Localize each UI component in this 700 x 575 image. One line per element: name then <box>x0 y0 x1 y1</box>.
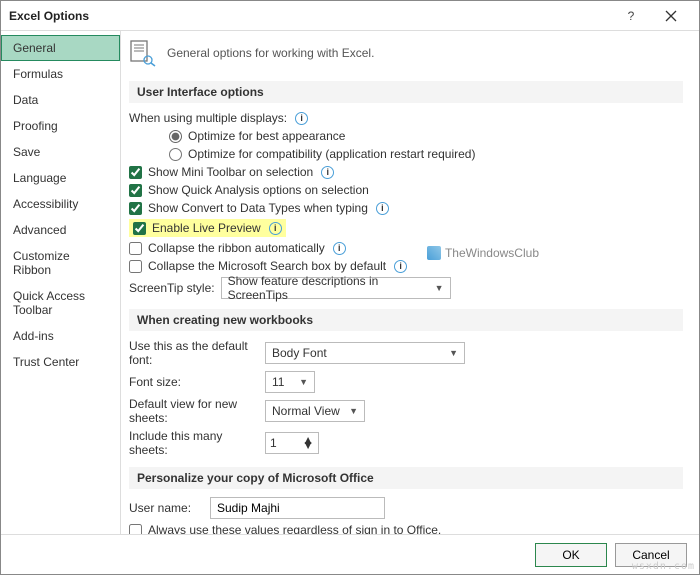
sheets-label: Include this many sheets: <box>129 429 259 457</box>
sidebar-item-accessibility[interactable]: Accessibility <box>1 191 120 217</box>
check-always-use[interactable] <box>129 524 142 535</box>
general-icon <box>129 39 157 67</box>
sidebar-item-save[interactable]: Save <box>1 139 120 165</box>
default-font-select[interactable]: Body Font▼ <box>265 342 465 364</box>
radio-optimize-best-label: Optimize for best appearance <box>188 129 345 143</box>
sidebar-item-data[interactable]: Data <box>1 87 120 113</box>
ok-button[interactable]: OK <box>535 543 607 567</box>
check-show-mini[interactable] <box>129 166 142 179</box>
check-collapse-search[interactable] <box>129 260 142 273</box>
radio-optimize-compat-label: Optimize for compatibility (application … <box>188 147 475 161</box>
spinner-icon: ▲▼ <box>302 438 314 448</box>
info-icon[interactable]: i <box>376 202 389 215</box>
check-show-quick-label: Show Quick Analysis options on selection <box>148 183 369 197</box>
sidebar-item-quick-access-toolbar[interactable]: Quick Access Toolbar <box>1 283 120 323</box>
close-button[interactable] <box>651 2 691 30</box>
enable-live-preview-highlight: Enable Live Preview i <box>129 219 286 237</box>
sidebar-item-advanced[interactable]: Advanced <box>1 217 120 243</box>
check-collapse-search-label: Collapse the Microsoft Search box by def… <box>148 259 386 273</box>
dialog-footer: OK Cancel <box>1 534 699 574</box>
sidebar-item-addins[interactable]: Add-ins <box>1 323 120 349</box>
info-icon[interactable]: i <box>333 242 346 255</box>
help-button[interactable]: ? <box>611 2 651 30</box>
section-newwb-title: When creating new workbooks <box>129 309 683 331</box>
info-icon[interactable]: i <box>394 260 407 273</box>
sidebar-item-proofing[interactable]: Proofing <box>1 113 120 139</box>
check-collapse-ribbon[interactable] <box>129 242 142 255</box>
font-size-label: Font size: <box>129 375 259 389</box>
chevron-down-icon: ▼ <box>449 348 458 358</box>
sidebar-item-formulas[interactable]: Formulas <box>1 61 120 87</box>
watermark-thewindowsclub: TheWindowsClub <box>427 246 539 260</box>
info-icon[interactable]: i <box>321 166 334 179</box>
page-title: General options for working with Excel. <box>167 46 374 60</box>
sidebar-item-language[interactable]: Language <box>1 165 120 191</box>
username-label: User name: <box>129 501 204 515</box>
sheets-stepper[interactable]: 1 ▲▼ <box>265 432 319 454</box>
check-always-use-label: Always use these values regardless of si… <box>148 523 441 534</box>
sidebar-item-customize-ribbon[interactable]: Customize Ribbon <box>1 243 120 283</box>
section-ui-title: User Interface options <box>129 81 683 103</box>
chevron-down-icon: ▼ <box>435 283 444 293</box>
content-panel: General options for working with Excel. … <box>121 31 699 534</box>
default-view-label: Default view for new sheets: <box>129 397 259 425</box>
radio-optimize-compat[interactable] <box>169 148 182 161</box>
section-personalize-title: Personalize your copy of Microsoft Offic… <box>129 467 683 489</box>
site-watermark: wsxdn.com <box>632 561 695 572</box>
default-view-select[interactable]: Normal View▼ <box>265 400 365 422</box>
chevron-down-icon: ▼ <box>299 377 308 387</box>
username-field[interactable] <box>210 497 385 519</box>
screentip-label: ScreenTip style: <box>129 281 215 295</box>
sidebar-item-general[interactable]: General <box>1 35 120 61</box>
sidebar-item-trust-center[interactable]: Trust Center <box>1 349 120 375</box>
default-font-label: Use this as the default font: <box>129 339 259 367</box>
check-show-convert-label: Show Convert to Data Types when typing <box>148 201 368 215</box>
page-header: General options for working with Excel. <box>129 39 683 67</box>
close-icon <box>665 10 677 22</box>
check-show-mini-label: Show Mini Toolbar on selection <box>148 165 313 179</box>
check-show-quick[interactable] <box>129 184 142 197</box>
screentip-select[interactable]: Show feature descriptions in ScreenTips▼ <box>221 277 451 299</box>
title-bar: Excel Options ? <box>1 1 699 31</box>
main-area: General Formulas Data Proofing Save Lang… <box>1 31 699 534</box>
window-title: Excel Options <box>9 9 611 23</box>
twc-icon <box>427 246 441 260</box>
check-show-convert[interactable] <box>129 202 142 215</box>
check-enable-live[interactable] <box>133 222 146 235</box>
check-enable-live-label: Enable Live Preview <box>152 221 261 235</box>
chevron-down-icon: ▼ <box>349 406 358 416</box>
font-size-select[interactable]: 11▼ <box>265 371 315 393</box>
sidebar: General Formulas Data Proofing Save Lang… <box>1 31 121 534</box>
check-collapse-ribbon-label: Collapse the ribbon automatically <box>148 241 325 255</box>
radio-optimize-best[interactable] <box>169 130 182 143</box>
multi-displays-label: When using multiple displays:i <box>129 111 683 125</box>
info-icon[interactable]: i <box>269 222 282 235</box>
info-icon[interactable]: i <box>295 112 308 125</box>
